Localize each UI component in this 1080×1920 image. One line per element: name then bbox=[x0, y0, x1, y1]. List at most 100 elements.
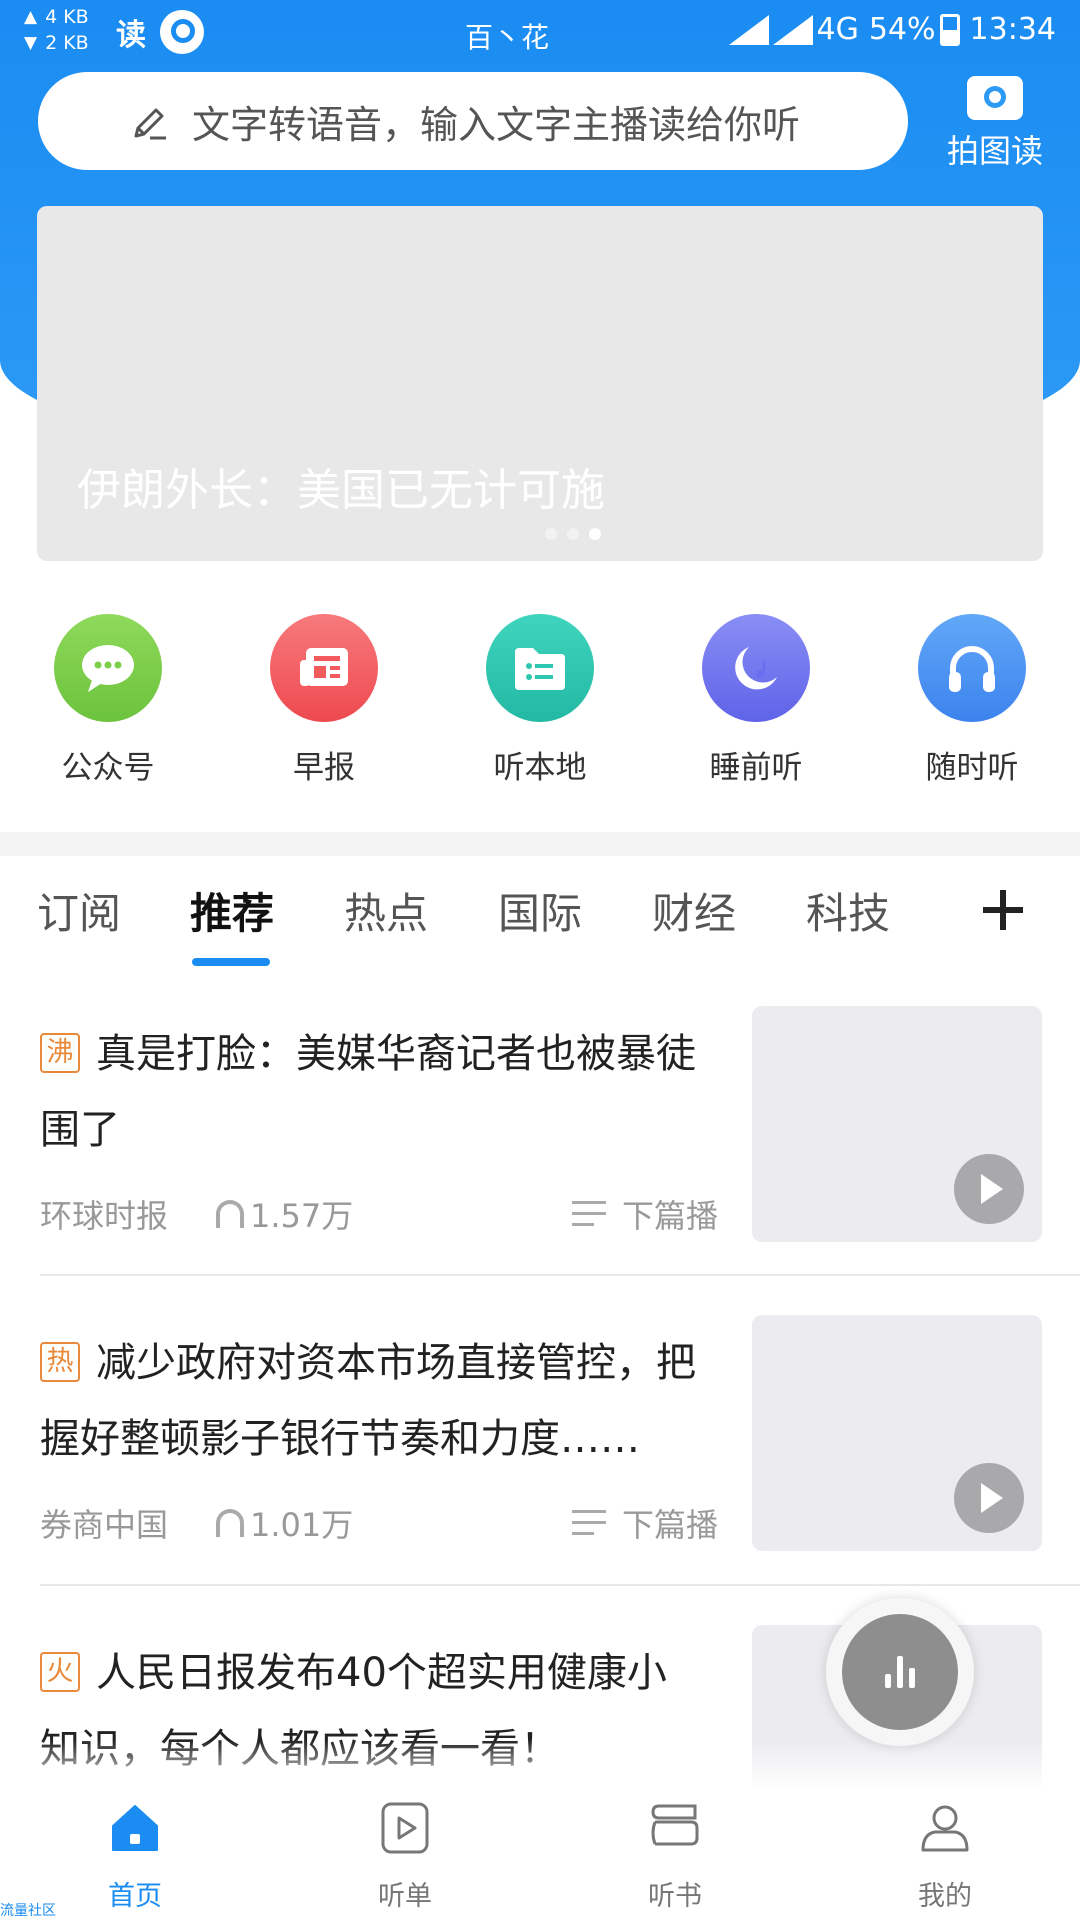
book-icon bbox=[651, 1804, 699, 1846]
status-bar: ▲ 4 KB ▼ 2 KB 读 百丶花 4G 54% 13:34 bbox=[0, 0, 1080, 64]
news-thumbnail bbox=[752, 1315, 1042, 1551]
floating-player-button[interactable] bbox=[826, 1598, 974, 1746]
quick-action-morning-news[interactable]: 早报 bbox=[216, 614, 432, 787]
play-icon[interactable] bbox=[954, 1463, 1024, 1533]
add-tab-icon[interactable] bbox=[983, 890, 1023, 930]
news-tag: 火 bbox=[40, 1652, 80, 1692]
camera-icon bbox=[967, 76, 1023, 120]
quick-action-label: 早报 bbox=[293, 750, 355, 786]
headphone-icon bbox=[216, 1200, 244, 1228]
signal-icon bbox=[772, 14, 813, 45]
news-item[interactable]: 热减少政府对资本市场直接管控，把握好整顿影子银行节奏和力度…… 券商中国 1.0… bbox=[0, 1315, 1080, 1551]
nav-label: 听单 bbox=[378, 1881, 432, 1912]
quick-action-official-accounts[interactable]: 公众号 bbox=[0, 614, 216, 787]
news-title: 减少政府对资本市场直接管控，把握好整顿影子银行节奏和力度…… bbox=[40, 1340, 696, 1462]
news-meta: 券商中国 1.01万 下篇播 bbox=[40, 1500, 720, 1546]
tab-subscribe[interactable]: 订阅 bbox=[37, 880, 121, 941]
profile-icon bbox=[921, 1805, 969, 1852]
carousel-dot bbox=[567, 528, 579, 540]
headphones-icon bbox=[918, 614, 1026, 722]
tab-recommended[interactable]: 推荐 bbox=[190, 880, 274, 941]
status-app-icon bbox=[160, 10, 204, 54]
folder-list-icon bbox=[486, 614, 594, 722]
news-tag: 沸 bbox=[40, 1033, 80, 1073]
status-right: 4G 54% 13:34 bbox=[728, 12, 1056, 47]
quick-action-label: 公众号 bbox=[61, 750, 155, 786]
news-meta: 环球时报 1.57万 下篇播 bbox=[40, 1191, 720, 1237]
queue-next-icon bbox=[572, 1199, 606, 1229]
tab-tech[interactable]: 科技 bbox=[806, 880, 890, 941]
section-divider bbox=[0, 832, 1080, 856]
watermark: 流量社区 bbox=[0, 1903, 56, 1919]
nav-profile[interactable]: 我的 bbox=[810, 1788, 1080, 1920]
quick-action-bedtime[interactable]: 睡前听 bbox=[648, 614, 864, 787]
play-next-label: 下篇播 bbox=[622, 1506, 719, 1544]
news-source: 环球时报 bbox=[40, 1197, 169, 1235]
tab-international[interactable]: 国际 bbox=[498, 880, 582, 941]
audio-wave-icon bbox=[842, 1614, 958, 1730]
tab-finance[interactable]: 财经 bbox=[652, 880, 736, 941]
play-next-label: 下篇播 bbox=[622, 1197, 719, 1235]
network-type: 4G bbox=[816, 12, 859, 47]
news-title-block: 沸真是打脸：美媒华裔记者也被暴徒围了 bbox=[40, 1016, 700, 1168]
quick-action-label: 睡前听 bbox=[709, 750, 803, 786]
status-app-glyph: 读 bbox=[116, 18, 146, 53]
carousel-dot bbox=[545, 528, 557, 540]
tab-hot[interactable]: 热点 bbox=[344, 880, 428, 941]
active-tab-indicator bbox=[192, 958, 270, 966]
battery-percent: 54% bbox=[868, 12, 936, 47]
nav-books[interactable]: 听书 bbox=[540, 1788, 810, 1920]
news-source: 券商中国 bbox=[40, 1506, 169, 1544]
nav-label: 听书 bbox=[648, 1881, 702, 1912]
news-item[interactable]: 沸真是打脸：美媒华裔记者也被暴徒围了 环球时报 1.57万 下篇播 bbox=[0, 1006, 1080, 1242]
quick-action-local[interactable]: 听本地 bbox=[432, 614, 648, 787]
row-divider bbox=[40, 1584, 1080, 1586]
play-count: 1.57万 bbox=[250, 1197, 354, 1235]
news-thumbnail bbox=[752, 1006, 1042, 1242]
nav-label: 我的 bbox=[918, 1881, 972, 1912]
bottom-navigation: 首页 听单 听书 我的 bbox=[0, 1788, 1080, 1920]
carousel-dot-active bbox=[589, 528, 601, 540]
download-arrow-icon: ▼ bbox=[24, 33, 38, 53]
play-icon[interactable] bbox=[954, 1154, 1024, 1224]
news-title-block: 热减少政府对资本市场直接管控，把握好整顿影子银行节奏和力度…… bbox=[40, 1325, 700, 1477]
banner-title: 伊朗外长：美国已无计可施 bbox=[77, 465, 605, 516]
carrier-name: 百丶花 bbox=[465, 21, 550, 54]
search-input[interactable]: 文字转语音，输入文字主播读给你听 bbox=[38, 72, 908, 170]
quick-action-anytime[interactable]: 随时听 bbox=[864, 614, 1080, 787]
carousel-indicator bbox=[545, 528, 601, 540]
upload-speed: 4 KB bbox=[45, 6, 89, 28]
newspaper-icon bbox=[270, 614, 378, 722]
play-next-button[interactable]: 下篇播 bbox=[572, 1191, 718, 1237]
category-tabs: 订阅 推荐 热点 国际 财经 科技 bbox=[0, 880, 1080, 970]
news-tag: 热 bbox=[40, 1342, 80, 1382]
pencil-icon bbox=[134, 108, 166, 140]
play-count: 1.01万 bbox=[250, 1506, 354, 1544]
signal-icon bbox=[728, 14, 769, 45]
quick-action-label: 随时听 bbox=[925, 750, 1019, 786]
news-title: 真是打脸：美媒华裔记者也被暴徒围了 bbox=[40, 1031, 696, 1153]
moon-icon bbox=[702, 614, 810, 722]
quick-actions: 公众号 早报 听本地 睡前听 随时听 bbox=[0, 614, 1080, 787]
network-speed: ▲ 4 KB ▼ 2 KB bbox=[24, 4, 89, 56]
banner-carousel[interactable]: 伊朗外长：美国已无计可施 bbox=[37, 206, 1043, 561]
photo-read-label: 拍图读 bbox=[946, 132, 1043, 170]
wechat-chat-icon bbox=[54, 614, 162, 722]
list-fade bbox=[0, 1740, 1080, 1790]
news-plays: 1.57万 bbox=[216, 1191, 353, 1237]
upload-arrow-icon: ▲ bbox=[24, 7, 38, 27]
search-placeholder: 文字转语音，输入文字主播读给你听 bbox=[192, 102, 801, 147]
headphone-icon bbox=[216, 1509, 244, 1537]
row-divider bbox=[40, 1274, 1080, 1276]
home-icon bbox=[112, 1805, 158, 1851]
queue-next-icon bbox=[572, 1508, 606, 1538]
photo-read-button[interactable]: 拍图读 bbox=[940, 70, 1050, 172]
play-next-button[interactable]: 下篇播 bbox=[572, 1500, 718, 1546]
battery-icon bbox=[939, 13, 960, 46]
playlist-icon bbox=[381, 1802, 429, 1854]
nav-playlist[interactable]: 听单 bbox=[270, 1788, 540, 1920]
news-plays: 1.01万 bbox=[216, 1500, 353, 1546]
clock: 13:34 bbox=[969, 12, 1056, 47]
quick-action-label: 听本地 bbox=[493, 750, 587, 786]
download-speed: 2 KB bbox=[45, 32, 89, 54]
